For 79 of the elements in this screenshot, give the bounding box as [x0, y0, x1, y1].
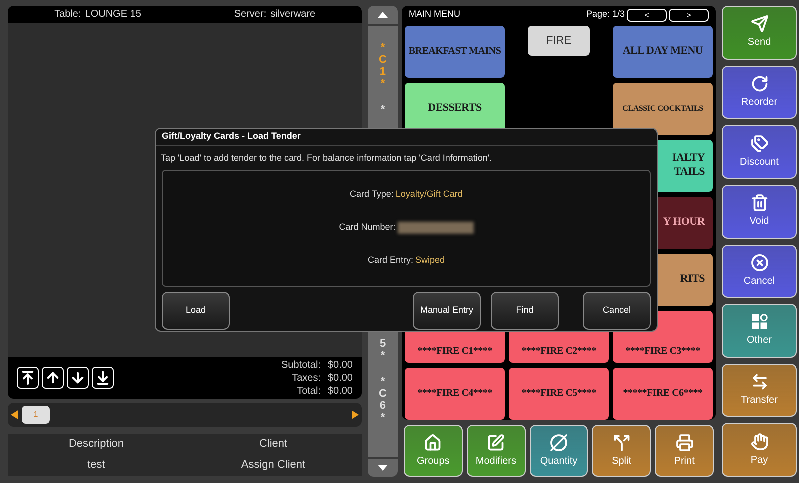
action-button[interactable]: Send	[722, 6, 797, 60]
trash-icon	[750, 194, 768, 212]
field-value: Loyalty/Gift Card	[396, 188, 463, 202]
total-value: $0.00	[326, 358, 353, 372]
field-label: Card Entry:	[368, 254, 414, 268]
action-button[interactable]: Groups	[404, 425, 463, 477]
home-icon	[424, 434, 442, 452]
send-icon	[750, 15, 768, 34]
server-label: Server:	[234, 8, 267, 22]
triangle-up-icon	[378, 12, 388, 18]
next-page-button[interactable]: >	[669, 8, 709, 22]
edit-icon	[487, 434, 506, 452]
split-icon	[612, 434, 631, 452]
seat-label[interactable]: * C 6 *	[379, 376, 387, 424]
circle-slash-icon	[550, 434, 568, 452]
scroll-button[interactable]	[17, 367, 39, 389]
page-indicator: Page: 1/3	[586, 8, 625, 22]
instruction-text: Tap 'Load' to add tender to the card. For balance information tap 'Card Information'.	[161, 152, 494, 165]
scroll-button[interactable]	[67, 367, 89, 389]
scroll-button[interactable]	[42, 367, 64, 389]
menu-title: MAIN MENU	[409, 8, 462, 22]
reorder-icon	[750, 74, 768, 93]
seat-label[interactable]: *	[380, 104, 386, 116]
arrows-icon	[750, 373, 768, 392]
table-name: LOUNGE 15	[85, 8, 142, 22]
dialog-button[interactable]: Cancel	[583, 292, 651, 330]
cancel-icon	[750, 254, 768, 272]
total-value: $0.00	[326, 384, 353, 398]
left-arrow-icon[interactable]	[11, 410, 18, 420]
field-value: Swiped	[415, 254, 446, 268]
field-label: Card Number:	[339, 221, 396, 234]
action-button[interactable]: Transfer	[722, 364, 797, 418]
menu-tile[interactable]: ****FIRE C4****	[405, 368, 505, 420]
scroll-button[interactable]	[92, 367, 114, 389]
action-button[interactable]: Reorder	[722, 66, 797, 120]
shapes-icon	[750, 313, 768, 332]
action-button[interactable]: Void	[722, 184, 797, 238]
column-header: Description	[8, 434, 185, 455]
menu-tile[interactable]: ALL DAY MENU	[613, 26, 713, 78]
arrow-down-icon	[70, 370, 86, 386]
action-button[interactable]: Cancel	[722, 244, 797, 298]
action-button[interactable]: Split	[592, 425, 652, 477]
printer-icon	[676, 434, 694, 452]
total-value: $0.00	[326, 372, 353, 384]
column-header: Client	[185, 434, 362, 455]
menu-tile[interactable]: BREAKFAST MAINS	[405, 26, 505, 78]
fire-button[interactable]: FIRE	[528, 26, 590, 56]
action-button[interactable]: Print	[655, 425, 714, 477]
total-label: Total:	[297, 384, 321, 398]
previous-page-button[interactable]: <	[627, 8, 667, 22]
action-button[interactable]: Pay	[722, 423, 797, 477]
action-button[interactable]: Discount	[722, 125, 797, 179]
arrow-to-top-icon	[20, 370, 36, 386]
scroll-up-button[interactable]	[368, 6, 398, 24]
dialog-button[interactable]: Manual Entry	[413, 292, 481, 330]
table-cell: test	[8, 455, 185, 476]
field-label: Card Type:	[350, 188, 394, 202]
server-name: silverware	[270, 8, 316, 22]
action-button[interactable]: Other	[722, 304, 797, 358]
tags-icon	[750, 134, 768, 153]
action-button[interactable]: Modifiers	[466, 425, 526, 477]
seat-label[interactable]: 5 *	[380, 338, 386, 362]
total-label: Taxes:	[292, 372, 321, 384]
dialog-title: Gift/Loyalty Cards - Load Tender	[156, 129, 657, 146]
table-label: Table:	[54, 8, 82, 22]
table-cell[interactable]: Assign Client	[185, 455, 362, 476]
hand-icon	[750, 432, 768, 451]
right-arrow-icon[interactable]	[352, 410, 359, 420]
arrow-to-bottom-icon	[95, 370, 111, 386]
action-button[interactable]: Quantity	[530, 425, 588, 477]
dialog-button[interactable]: Load	[162, 292, 230, 330]
scroll-down-button[interactable]	[368, 459, 398, 477]
triangle-down-icon	[378, 465, 388, 471]
menu-tile[interactable]: ****FIRE C5****	[509, 368, 609, 420]
arrow-up-icon	[45, 370, 61, 386]
menu-tile[interactable]: CLASSIC COCKTAILS	[613, 83, 713, 135]
dialog-button[interactable]: Find	[491, 292, 559, 330]
total-label: Subtotal:	[282, 358, 321, 372]
menu-tile[interactable]: *****FIRE C6****	[613, 368, 713, 420]
